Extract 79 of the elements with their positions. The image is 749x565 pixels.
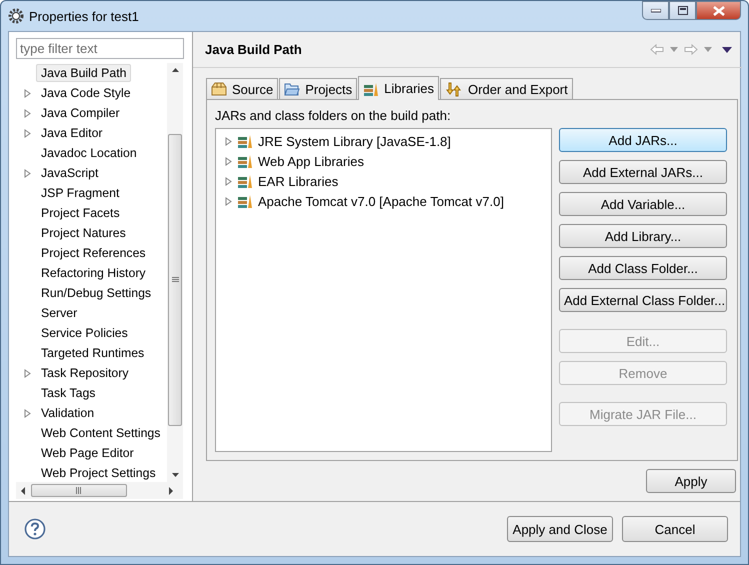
tree-item[interactable]: Java Build Path bbox=[36, 64, 132, 82]
page-title: Java Build Path bbox=[205, 42, 302, 57]
list-caption: JARs and class folders on the build path: bbox=[215, 108, 452, 123]
close-icon bbox=[712, 6, 724, 16]
menu-icon[interactable] bbox=[722, 46, 732, 52]
tree-item[interactable]: Run/Debug Settings bbox=[36, 284, 156, 302]
library-icon bbox=[363, 82, 380, 96]
dropdown-icon[interactable] bbox=[670, 47, 678, 52]
horizontal-scrollbar[interactable] bbox=[16, 482, 183, 499]
library-icon bbox=[237, 154, 253, 168]
tab[interactable]: Order and Export bbox=[440, 78, 573, 99]
tree-item[interactable]: Targeted Runtimes bbox=[36, 344, 150, 362]
tree-item[interactable]: Project References bbox=[36, 244, 151, 262]
tree-item[interactable]: JavaScript bbox=[36, 164, 104, 182]
tree-item[interactable]: Web Project Settings bbox=[36, 464, 161, 482]
close-button[interactable] bbox=[696, 1, 741, 20]
help-icon[interactable] bbox=[24, 518, 46, 540]
grip-icon bbox=[172, 277, 178, 283]
tree-item[interactable]: Validation bbox=[36, 404, 100, 422]
package-icon bbox=[211, 82, 227, 96]
scroll-right-icon[interactable] bbox=[169, 486, 174, 494]
tab[interactable]: Libraries bbox=[358, 76, 440, 100]
tree-item[interactable]: Task Tags bbox=[36, 384, 100, 402]
maximize-icon bbox=[678, 6, 688, 15]
tree-item[interactable]: Javadoc Location bbox=[36, 144, 142, 162]
expand-icon[interactable] bbox=[225, 156, 232, 166]
tree-item[interactable]: JSP Fragment bbox=[36, 184, 124, 202]
tab[interactable]: Projects bbox=[279, 78, 358, 99]
side-button[interactable]: Add External JARs... bbox=[559, 160, 727, 184]
library-item[interactable]: EAR Libraries bbox=[258, 174, 338, 188]
tree-item[interactable]: Java Code Style bbox=[36, 84, 136, 102]
library-item[interactable]: JRE System Library [JavaSE-1.8] bbox=[258, 134, 451, 148]
window-title: Properties for test1 bbox=[29, 8, 139, 24]
vertical-scrollbar[interactable] bbox=[167, 63, 183, 482]
dropdown-icon[interactable] bbox=[704, 47, 712, 52]
expand-icon[interactable] bbox=[24, 108, 31, 118]
dialog-button[interactable]: Apply and Close bbox=[507, 516, 613, 542]
gear-icon bbox=[8, 8, 24, 24]
tree-item[interactable]: Java Compiler bbox=[36, 104, 125, 122]
expand-icon[interactable] bbox=[225, 176, 232, 186]
expand-icon[interactable] bbox=[24, 408, 31, 418]
minimize-icon bbox=[650, 8, 660, 12]
tree-item[interactable]: Server bbox=[36, 304, 82, 322]
library-icon bbox=[237, 194, 253, 208]
tree-item[interactable]: Java Editor bbox=[36, 124, 108, 142]
order-icon bbox=[445, 82, 464, 96]
folder-icon bbox=[284, 82, 300, 96]
library-icon bbox=[237, 134, 253, 148]
library-icon bbox=[237, 174, 253, 188]
forward-icon[interactable] bbox=[684, 44, 698, 55]
tree-item[interactable]: Task Repository bbox=[36, 364, 134, 382]
tree-item[interactable]: Service Policies bbox=[36, 324, 133, 342]
apply-button[interactable]: Apply bbox=[646, 469, 736, 493]
scroll-left-icon[interactable] bbox=[20, 486, 25, 494]
tree-item[interactable]: Project Natures bbox=[36, 224, 131, 242]
side-button[interactable]: Add Library... bbox=[559, 224, 727, 248]
maximize-button[interactable] bbox=[669, 1, 696, 20]
expand-icon[interactable] bbox=[24, 368, 31, 378]
expand-icon[interactable] bbox=[24, 168, 31, 178]
back-icon[interactable] bbox=[650, 44, 664, 55]
tree-item[interactable]: Web Content Settings bbox=[36, 424, 166, 442]
expand-icon[interactable] bbox=[225, 196, 232, 206]
tree-item[interactable]: Web Page Editor bbox=[36, 444, 139, 462]
side-button[interactable]: Add External Class Folder... bbox=[559, 288, 727, 312]
side-button[interactable]: Add Class Folder... bbox=[559, 256, 727, 280]
tree-item[interactable]: Refactoring History bbox=[36, 264, 151, 282]
library-item[interactable]: Web App Libraries bbox=[258, 154, 364, 168]
side-button[interactable]: Add Variable... bbox=[559, 192, 727, 216]
minimize-button[interactable] bbox=[642, 1, 669, 20]
tree-item[interactable]: Project Facets bbox=[36, 204, 125, 222]
filter-field[interactable]: type filter text bbox=[16, 38, 184, 59]
expand-icon[interactable] bbox=[225, 136, 232, 146]
expand-icon[interactable] bbox=[24, 88, 31, 98]
grip-icon bbox=[76, 487, 82, 494]
dialog-button[interactable]: Cancel bbox=[622, 516, 728, 542]
expand-icon[interactable] bbox=[24, 128, 31, 138]
side-button[interactable]: Add JARs... bbox=[559, 128, 727, 152]
tab[interactable]: Source bbox=[206, 78, 278, 99]
library-item[interactable]: Apache Tomcat v7.0 [Apache Tomcat v7.0] bbox=[258, 194, 504, 208]
